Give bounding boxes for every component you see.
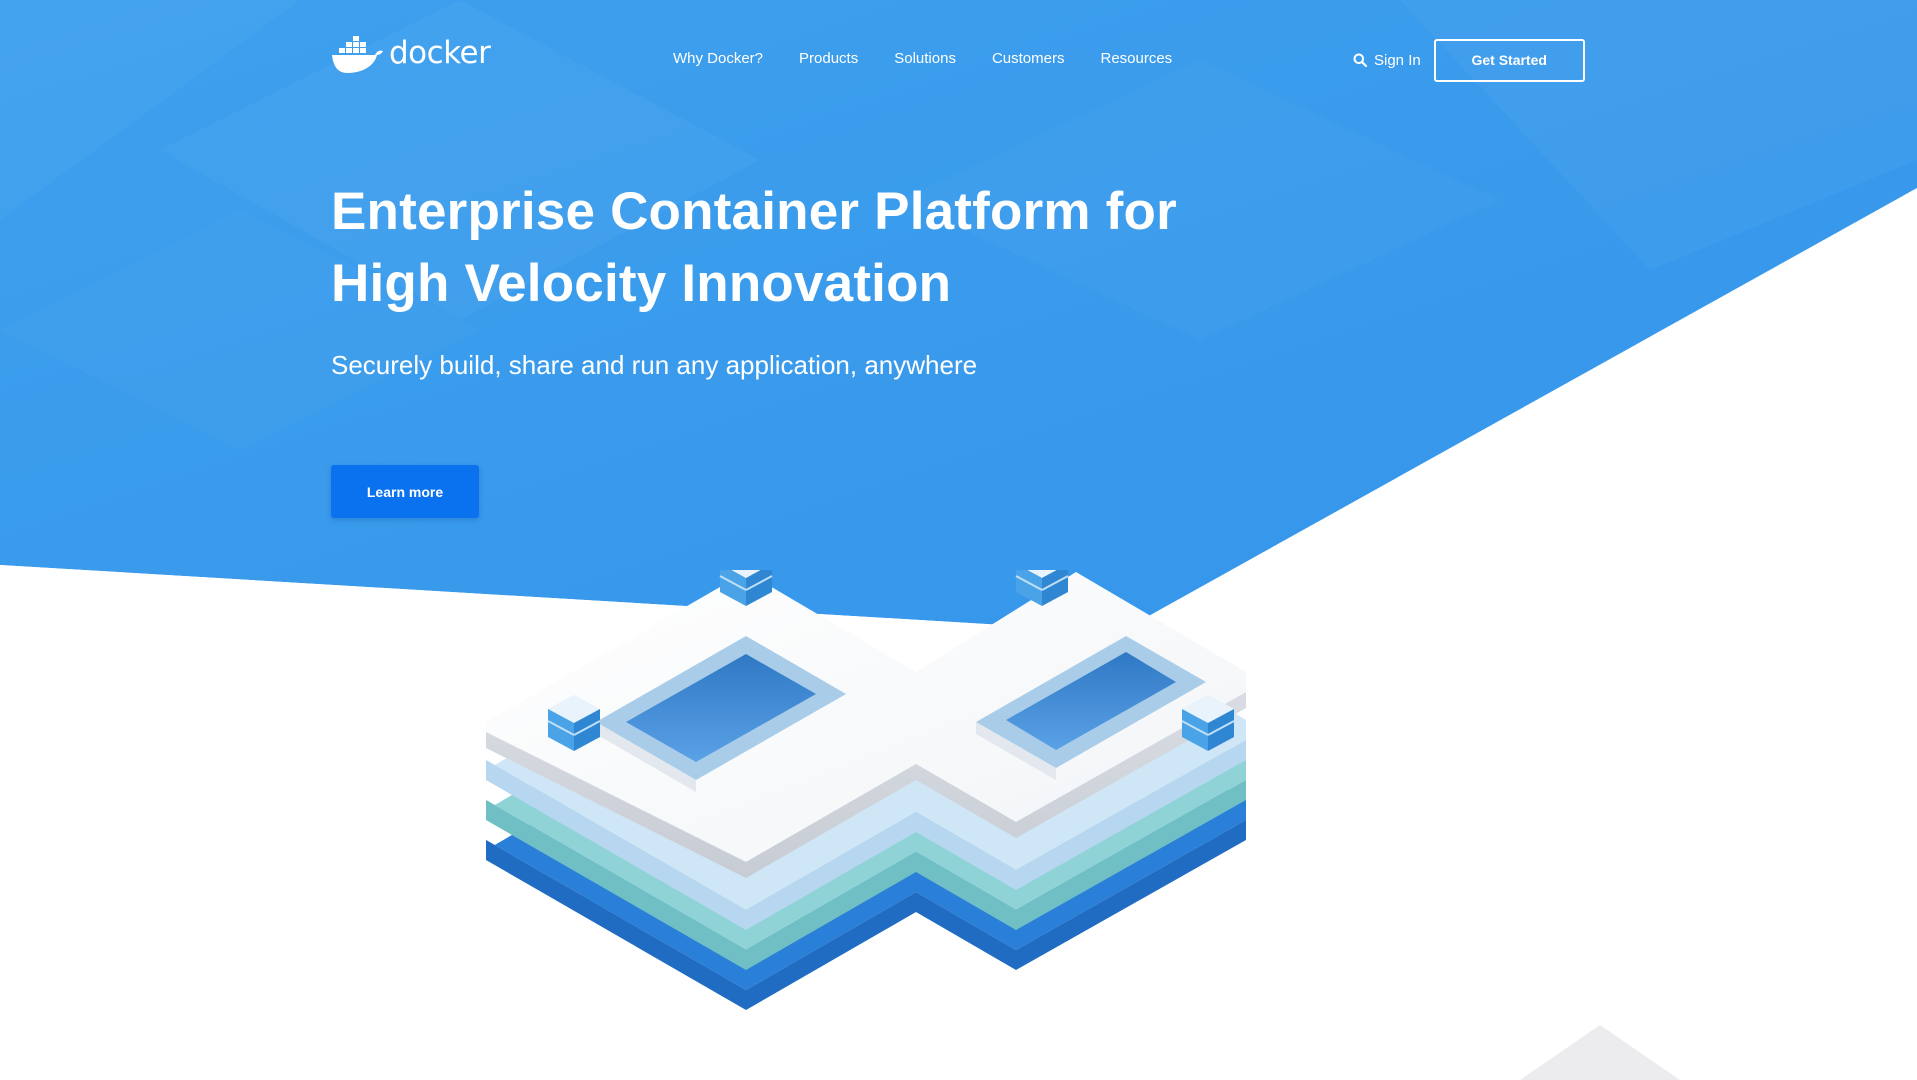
learn-more-button[interactable]: Learn more	[331, 465, 479, 518]
hero: Enterprise Container Platform for High V…	[331, 176, 1331, 381]
docker-whale-icon	[332, 36, 383, 73]
top-nav: docker Why Docker? Products Solutions Cu…	[0, 0, 1917, 120]
docker-logo[interactable]: docker	[331, 32, 491, 76]
infinity-platform-icon	[486, 570, 1246, 1010]
search-icon[interactable]	[1353, 53, 1367, 67]
sign-in-link[interactable]: Sign In	[1353, 52, 1421, 69]
nav-why-docker[interactable]: Why Docker?	[673, 50, 763, 67]
hero-title: Enterprise Container Platform for High V…	[331, 176, 1331, 320]
page: docker Why Docker? Products Solutions Cu…	[0, 0, 1917, 1080]
hero-title-line-2: High Velocity Innovation	[331, 254, 952, 313]
nav-products[interactable]: Products	[799, 50, 858, 67]
logo-wordmark: docker	[389, 35, 491, 71]
nav-solutions[interactable]: Solutions	[894, 50, 956, 67]
hero-title-line-1: Enterprise Container Platform for	[331, 182, 1177, 241]
nav-resources[interactable]: Resources	[1100, 50, 1172, 67]
nav-actions: Sign In Get Started	[1353, 38, 1585, 82]
sign-in-label: Sign In	[1374, 51, 1421, 69]
get-started-button[interactable]: Get Started	[1433, 38, 1585, 82]
main-menu: Why Docker? Products Solutions Customers…	[673, 50, 1172, 67]
nav-customers[interactable]: Customers	[992, 50, 1065, 67]
hero-subtitle: Securely build, share and run any applic…	[331, 350, 978, 380]
